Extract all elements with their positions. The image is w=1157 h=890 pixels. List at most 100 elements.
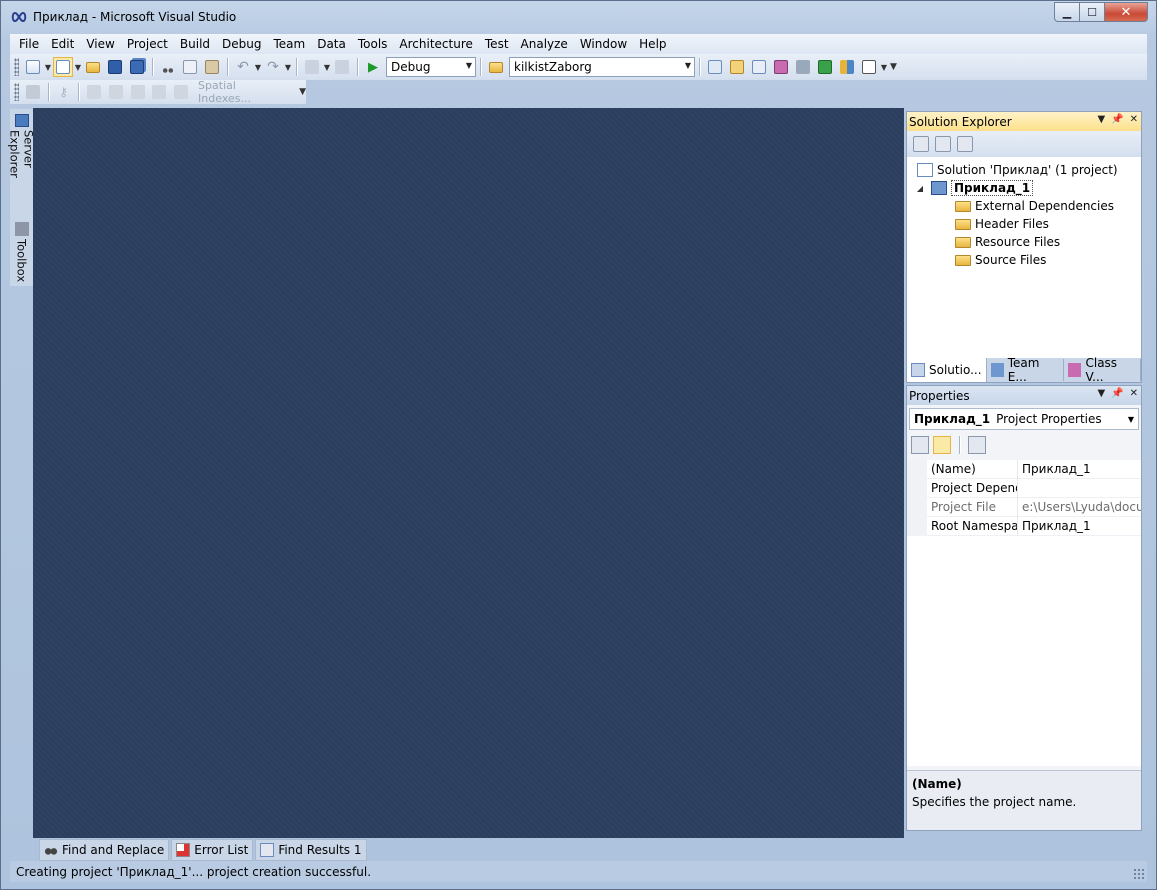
add-item-button[interactable]	[53, 57, 73, 77]
menu-help[interactable]: Help	[633, 34, 672, 54]
tab-error-list[interactable]: Error List	[171, 839, 254, 861]
find-in-files-button[interactable]	[486, 57, 506, 77]
tab-find-results[interactable]: Find Results 1	[255, 839, 367, 861]
xml-index-button[interactable]	[150, 82, 170, 102]
auto-hide-pin-icon[interactable]: 📌	[1111, 114, 1123, 125]
properties-window-button[interactable]	[749, 57, 769, 77]
menu-view[interactable]: View	[80, 34, 120, 54]
window-position-dropdown-icon[interactable]: ▼	[1097, 114, 1105, 125]
save-all-button[interactable]	[127, 57, 147, 77]
save-button[interactable]	[105, 57, 125, 77]
auto-hide-pin-icon[interactable]: 📌	[1111, 388, 1123, 399]
start-page-button[interactable]	[815, 57, 835, 77]
solution-explorer-button[interactable]	[727, 57, 747, 77]
maximize-button[interactable]: ☐	[1080, 2, 1105, 22]
find-button[interactable]	[705, 57, 725, 77]
property-value[interactable]: Приклад_1	[1018, 460, 1141, 479]
property-row[interactable]: (Name) Приклад_1	[907, 459, 1141, 479]
add-item-dropdown-icon[interactable]: ▼	[74, 63, 82, 72]
solution-explorer-title-bar[interactable]: Solution Explorer ▼ 📌 ✕	[907, 112, 1141, 131]
paste-button[interactable]	[202, 57, 222, 77]
tab-find-and-replace[interactable]: Find and Replace	[39, 839, 170, 861]
toolbar-overflow-icon[interactable]: ▼	[299, 87, 306, 97]
menu-data[interactable]: Data	[311, 34, 352, 54]
resize-grip-icon[interactable]	[1133, 868, 1145, 880]
find-combo[interactable]: kilkistZaborg ▼	[509, 57, 695, 77]
tab-team-explorer[interactable]: Team E...	[987, 356, 1065, 384]
toolbar-grip[interactable]	[14, 58, 19, 76]
collapse-triangle-icon[interactable]: ◢	[915, 184, 925, 193]
alphabetical-icon[interactable]	[933, 436, 951, 454]
command-window-button[interactable]	[859, 57, 879, 77]
tree-project-node[interactable]: ◢ Приклад_1	[907, 179, 1141, 197]
open-file-button[interactable]	[83, 57, 103, 77]
minimize-button[interactable]: ▁	[1054, 2, 1080, 22]
team-explorer-icon	[990, 363, 1004, 377]
toolbar-overflow-icon[interactable]: ▼	[890, 62, 897, 72]
view-class-diagram-icon[interactable]	[957, 136, 973, 152]
object-selector[interactable]: Приклад_1 Project Properties ▼	[909, 408, 1139, 430]
cut-button[interactable]	[158, 57, 178, 77]
undo-button[interactable]: ↶	[233, 57, 253, 77]
relationships-button[interactable]	[84, 82, 104, 102]
editor-area[interactable]	[33, 108, 904, 838]
manage-indexes-button[interactable]	[106, 82, 126, 102]
property-pages-icon[interactable]	[968, 436, 986, 454]
properties-title-bar[interactable]: Properties ▼ 📌 ✕	[907, 386, 1141, 405]
menu-edit[interactable]: Edit	[45, 34, 80, 54]
tree-solution-node[interactable]: Solution 'Приклад' (1 project)	[907, 161, 1141, 179]
menu-build[interactable]: Build	[174, 34, 216, 54]
menu-tools[interactable]: Tools	[352, 34, 394, 54]
navigate-backward-button[interactable]	[302, 57, 322, 77]
new-table-button[interactable]	[23, 82, 43, 102]
new-project-dropdown-icon[interactable]: ▼	[44, 63, 52, 72]
property-row[interactable]: Project File e:\Users\Lyuda\docun	[907, 497, 1141, 517]
spatial-indexes-button[interactable]: Spatial Indexes...	[192, 79, 297, 105]
toolbox-tab[interactable]: Toolbox	[11, 219, 32, 285]
menu-architecture[interactable]: Architecture	[393, 34, 478, 54]
close-button[interactable]: ✕	[1105, 2, 1148, 22]
toolbox-button[interactable]	[793, 57, 813, 77]
redo-dropdown-icon[interactable]: ▼	[284, 63, 292, 72]
primary-key-button[interactable]: ⚷	[54, 82, 74, 102]
copy-button[interactable]	[180, 57, 200, 77]
show-all-files-icon[interactable]	[935, 136, 951, 152]
property-value[interactable]	[1018, 479, 1141, 498]
navigate-forward-button[interactable]	[332, 57, 352, 77]
start-debugging-button[interactable]: ▶	[363, 57, 383, 77]
property-row[interactable]: Root Namespace Приклад_1	[907, 516, 1141, 536]
tree-folder-node[interactable]: Source Files	[907, 251, 1141, 269]
tab-class-view[interactable]: Class V...	[1064, 356, 1141, 384]
menu-debug[interactable]: Debug	[216, 34, 267, 54]
title-bar[interactable]: Приклад - Microsoft Visual Studio ▁ ☐ ✕	[1, 1, 1156, 35]
property-value[interactable]: Приклад_1	[1018, 517, 1141, 536]
object-browser-button[interactable]	[771, 57, 791, 77]
menu-window[interactable]: Window	[574, 34, 633, 54]
tree-folder-node[interactable]: External Dependencies	[907, 197, 1141, 215]
menu-team[interactable]: Team	[267, 34, 311, 54]
close-icon[interactable]: ✕	[1130, 114, 1138, 125]
extension-manager-button[interactable]	[837, 57, 857, 77]
close-icon[interactable]: ✕	[1130, 388, 1138, 399]
property-row[interactable]: Project Depende	[907, 478, 1141, 498]
toolbar-grip[interactable]	[14, 83, 19, 101]
menu-project[interactable]: Project	[121, 34, 174, 54]
server-explorer-tab[interactable]: Server Explorer	[8, 111, 36, 215]
redo-button[interactable]: ↷	[263, 57, 283, 77]
menu-test[interactable]: Test	[479, 34, 515, 54]
categorized-icon[interactable]	[911, 436, 929, 454]
menu-analyze[interactable]: Analyze	[515, 34, 574, 54]
solution-configuration-select[interactable]: Debug ▼	[386, 57, 476, 77]
tab-solution-explorer[interactable]: Solutio...	[907, 358, 987, 382]
fulltext-index-button[interactable]	[128, 82, 148, 102]
navigate-dropdown-icon[interactable]: ▼	[323, 63, 331, 72]
tree-folder-node[interactable]: Header Files	[907, 215, 1141, 233]
tree-folder-node[interactable]: Resource Files	[907, 233, 1141, 251]
new-project-button[interactable]	[23, 57, 43, 77]
window-position-dropdown-icon[interactable]: ▼	[1097, 388, 1105, 399]
properties-icon[interactable]	[913, 136, 929, 152]
command-dropdown-icon[interactable]: ▼	[880, 63, 888, 72]
undo-dropdown-icon[interactable]: ▼	[254, 63, 262, 72]
menu-file[interactable]: File	[13, 34, 45, 54]
check-constraints-button[interactable]	[171, 82, 191, 102]
